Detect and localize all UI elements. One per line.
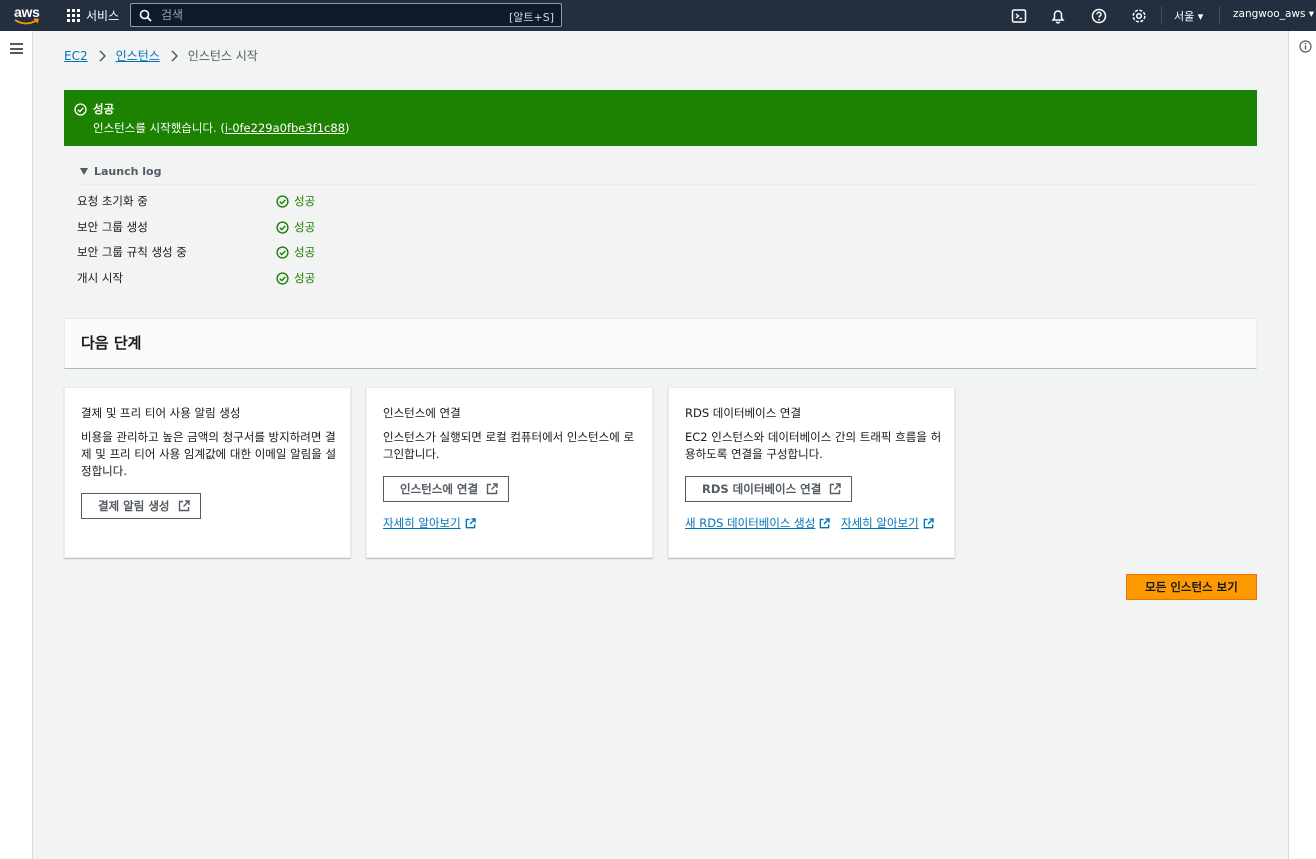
chevron-right-icon — [171, 49, 178, 62]
search-shortcut-hint: [알트+S] — [508, 11, 554, 24]
view-all-instances-button[interactable]: 모든 인스턴스 보기 — [1126, 574, 1257, 600]
launch-log-step-label: 개시 시작 — [77, 271, 123, 285]
launch-log-status: 성공 — [276, 219, 315, 235]
button-label: RDS 데이터베이스 연결 — [702, 482, 822, 496]
cloudshell-icon[interactable] — [1011, 8, 1027, 24]
breadcrumb-link-instances[interactable]: 인스턴스 — [116, 47, 160, 64]
success-flash-banner: 성공 인스턴스를 시작했습니다. (i-0fe229a0fbe3f1c88) — [64, 90, 1257, 146]
connect-rds-database-button[interactable]: RDS 데이터베이스 연결 — [685, 476, 853, 502]
link-label: 자세히 알아보기 — [841, 516, 919, 530]
launch-log-row: 보안 그룹 생성 성공 — [77, 219, 577, 237]
breadcrumb-current: 인스턴스 시작 — [187, 49, 258, 63]
settings-gear-icon[interactable] — [1131, 8, 1147, 24]
learn-more-link[interactable]: 자세히 알아보기 — [383, 515, 476, 531]
aws-logo[interactable]: aws — [14, 5, 40, 27]
account-menu[interactable]: zangwoo_aws ▾ — [1233, 8, 1314, 20]
top-navigation: aws 서비스 [알트+S] 서울 ▾ za — [0, 0, 1316, 31]
card-title: 결제 및 프리 티어 사용 알림 생성 — [81, 406, 241, 420]
next-step-card-billing-alert: 결제 및 프리 티어 사용 알림 생성 비용을 관리하고 높은 금액의 청구서를… — [64, 387, 351, 558]
launch-log-toggle[interactable]: Launch log — [80, 165, 161, 178]
launch-log-status: 성공 — [276, 270, 315, 286]
right-tools-rail — [1288, 31, 1316, 859]
launch-log-row: 보안 그룹 규칙 생성 중 성공 — [77, 244, 577, 262]
info-icon[interactable] — [1299, 40, 1312, 53]
connect-instance-button[interactable]: 인스턴스에 연결 — [383, 476, 510, 502]
create-rds-database-link[interactable]: 새 RDS 데이터베이스 생성 — [685, 515, 831, 531]
launch-log-status: 성공 — [276, 244, 315, 260]
card-description: EC2 인스턴스와 데이터베이스 간의 트래픽 흐름을 허용하도록 연결을 구성… — [685, 430, 942, 461]
create-billing-alert-button[interactable]: 결제 알림 생성 — [81, 493, 201, 519]
launch-log-step-label: 요청 초기화 중 — [77, 194, 148, 208]
launch-log-status: 성공 — [276, 193, 315, 209]
aws-smile-icon — [14, 18, 39, 25]
card-description: 비용을 관리하고 높은 금액의 청구서를 방지하려면 결제 및 프리 티어 사용… — [81, 430, 337, 478]
launch-log-title: Launch log — [94, 165, 162, 178]
card-description: 인스턴스가 실행되면 로컬 컴퓨터에서 인스턴스에 로그인합니다. — [383, 430, 635, 461]
link-label: 자세히 알아보기 — [383, 516, 461, 530]
button-label: 결제 알림 생성 — [98, 499, 170, 513]
divider — [76, 184, 1257, 185]
success-check-icon — [276, 194, 289, 208]
external-link-icon — [486, 483, 498, 495]
search-bar[interactable]: [알트+S] — [130, 3, 562, 27]
left-navigation-rail — [0, 31, 33, 859]
launch-log-status-text: 성공 — [294, 194, 316, 208]
aws-logo-text: aws — [14, 4, 40, 20]
flash-message: 인스턴스를 시작했습니다. (i-0fe229a0fbe3f1c88) — [93, 120, 350, 136]
launch-log-step-label: 보안 그룹 생성 — [77, 220, 148, 234]
external-link-icon — [830, 483, 842, 495]
launch-log-status-text: 성공 — [294, 271, 316, 285]
services-menu-button[interactable]: 서비스 — [67, 7, 119, 24]
chevron-right-icon — [99, 49, 106, 62]
flash-message-suffix: ) — [345, 121, 350, 135]
flash-title: 성공 — [93, 102, 115, 116]
success-check-icon — [74, 103, 87, 116]
search-icon — [139, 9, 152, 22]
external-link-icon — [923, 517, 934, 528]
notifications-bell-icon[interactable] — [1050, 8, 1066, 24]
services-label: 서비스 — [86, 9, 120, 23]
external-link-icon — [465, 517, 476, 528]
menu-hamburger-icon[interactable] — [10, 43, 23, 54]
launch-log-row: 개시 시작 성공 — [77, 270, 577, 288]
search-input[interactable] — [161, 7, 461, 23]
external-link-icon — [178, 500, 190, 512]
launch-log-row: 요청 초기화 중 성공 — [77, 193, 577, 211]
external-link-icon — [820, 517, 831, 528]
instance-id-link[interactable]: i-0fe229a0fbe3f1c88 — [225, 121, 345, 135]
next-step-card-rds-connect: RDS 데이터베이스 연결 EC2 인스턴스와 데이터베이스 간의 트래픽 흐름… — [668, 387, 955, 558]
divider — [1219, 6, 1220, 25]
success-check-icon — [276, 245, 289, 259]
success-check-icon — [276, 271, 289, 285]
launch-log-step-label: 보안 그룹 규칙 생성 중 — [77, 245, 187, 259]
flash-message-prefix: 인스턴스를 시작했습니다. ( — [93, 121, 225, 135]
breadcrumb-link-ec2[interactable]: EC2 — [64, 49, 88, 63]
link-label: 새 RDS 데이터베이스 생성 — [685, 516, 816, 530]
breadcrumb: EC2 인스턴스 인스턴스 시작 — [64, 47, 258, 64]
grid-icon — [67, 9, 80, 22]
next-steps-title: 다음 단계 — [81, 334, 142, 352]
card-title: 인스턴스에 연결 — [383, 406, 461, 420]
button-label: 인스턴스에 연결 — [400, 482, 479, 496]
launch-log-status-text: 성공 — [294, 245, 316, 259]
success-check-icon — [276, 220, 289, 234]
divider — [1161, 6, 1162, 25]
card-title: RDS 데이터베이스 연결 — [685, 406, 802, 420]
caret-down-icon — [80, 168, 88, 175]
region-selector[interactable]: 서울 ▾ — [1174, 8, 1203, 24]
next-step-card-connect-instance: 인스턴스에 연결 인스턴스가 실행되면 로컬 컴퓨터에서 인스턴스에 로그인합니… — [366, 387, 653, 558]
help-icon[interactable] — [1091, 8, 1107, 24]
next-steps-header: 다음 단계 — [64, 318, 1257, 369]
learn-more-link[interactable]: 자세히 알아보기 — [841, 515, 934, 531]
launch-log-status-text: 성공 — [294, 220, 316, 234]
